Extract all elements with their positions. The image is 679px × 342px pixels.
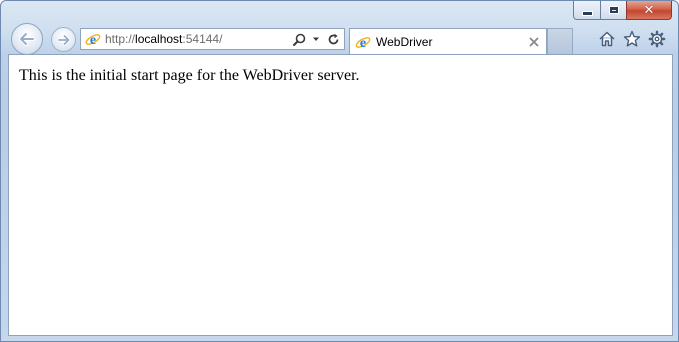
ie-logo-icon: e: [355, 36, 371, 50]
tools-button[interactable]: [647, 29, 667, 49]
favorites-button[interactable]: [622, 29, 642, 49]
minimize-icon: [581, 10, 593, 16]
forward-arrow-icon: [56, 33, 70, 46]
refresh-button[interactable]: [326, 31, 340, 47]
url-scheme: http://: [105, 32, 136, 46]
command-icons: [597, 29, 667, 49]
back-arrow-icon: [19, 32, 35, 46]
new-tab-button[interactable]: [547, 28, 573, 54]
tab-close-button[interactable]: [526, 34, 542, 50]
home-icon: [599, 31, 615, 47]
address-tools: [292, 31, 340, 47]
forward-button[interactable]: [51, 27, 76, 52]
home-button[interactable]: [597, 29, 617, 49]
chevron-down-icon: [313, 37, 319, 41]
page-content: This is the initial start page for the W…: [8, 54, 673, 336]
back-button[interactable]: [11, 23, 43, 55]
star-icon: [623, 30, 641, 47]
svg-text:e: e: [90, 33, 96, 47]
ie-logo-icon: e: [85, 33, 101, 47]
url-host: localhost: [135, 32, 183, 46]
window-caption-buttons: ✕: [573, 1, 672, 21]
close-icon: [529, 37, 539, 47]
refresh-icon: [328, 33, 338, 44]
gear-icon: [648, 30, 666, 48]
svg-text:e: e: [360, 36, 366, 50]
address-dropdown-button[interactable]: [309, 31, 323, 47]
minimize-button[interactable]: [573, 1, 600, 20]
page-body-text: This is the initial start page for the W…: [19, 67, 360, 84]
address-bar[interactable]: e http://localhost:54144/: [80, 28, 345, 50]
search-icon: [292, 33, 305, 46]
maximize-button[interactable]: [600, 1, 626, 20]
url-rest: :54144/: [182, 32, 223, 46]
url-text[interactable]: http://localhost:54144/: [105, 32, 292, 46]
close-icon: ✕: [643, 2, 655, 18]
search-button[interactable]: [292, 31, 306, 47]
tab-title: WebDriver: [376, 35, 433, 49]
close-button[interactable]: ✕: [626, 1, 672, 20]
maximize-icon: [608, 6, 619, 14]
browser-window: ✕ e http://localhost:54144/ e WebDriver …: [0, 0, 679, 342]
tab-webdriver[interactable]: e WebDriver: [349, 28, 547, 55]
